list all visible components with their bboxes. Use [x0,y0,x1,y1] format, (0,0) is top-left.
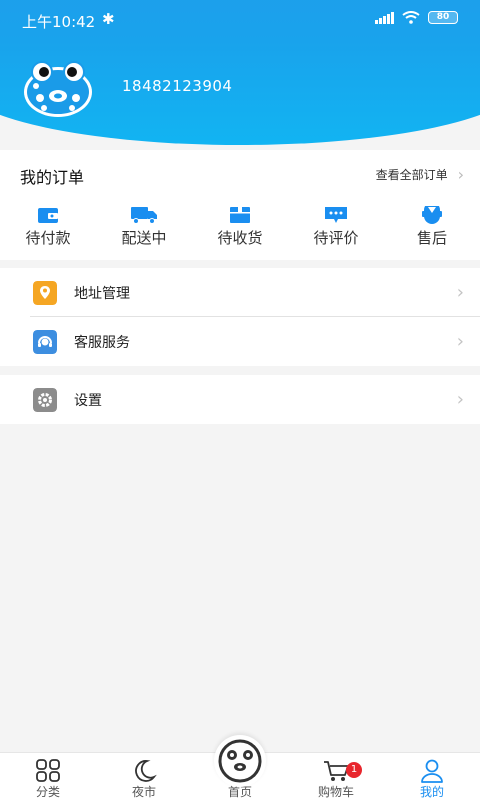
tab-label: 购物车 [317,785,354,799]
view-all-orders-label: 查看全部订单 [375,168,448,182]
moon-icon [135,760,157,782]
chevron-right-icon: › [456,282,464,303]
chevron-right-icon: › [456,331,464,352]
wallet-icon [38,208,58,223]
order-to-review[interactable]: 待评价 [288,206,384,248]
tab-label: 夜市 [131,785,156,799]
tab-night-market[interactable]: 夜市 [96,753,192,800]
bottom-tab-bar: 分类 夜市 首页 1 购物车 我的 [0,735,480,800]
orders-title: 我的订单 [20,168,85,187]
menu-label: 客服服务 [74,334,130,351]
orders-section: 我的订单 查看全部订单 › 待付款 配送中 待收货 待评价 售后 [0,150,480,260]
order-pending-payment[interactable]: 待付款 [0,206,96,248]
user-phone[interactable]: 18482123904 [122,77,232,95]
user-icon [421,759,443,783]
tab-category[interactable]: 分类 [0,753,96,800]
menu-label: 地址管理 [74,285,130,302]
menu-item-support[interactable]: 客服服务 › [0,317,480,366]
mascot-icon [218,739,262,783]
menu-label: 设置 [74,392,102,409]
menu-item-address[interactable]: 地址管理 › [0,268,480,317]
wifi-icon [402,11,420,24]
service-icon [422,206,442,224]
headset-icon [33,329,57,354]
view-all-orders-link[interactable]: 查看全部订单 › [376,166,464,183]
status-icons: 80 [375,11,458,24]
menu-card-settings: 设置 › [0,375,480,424]
status-time: 上午10:42 [22,13,96,31]
tab-mine[interactable]: 我的 [384,753,480,800]
tab-label: 我的 [419,785,444,799]
cart-badge: 1 [346,762,362,778]
comment-icon [325,207,347,223]
truck-icon [131,207,157,224]
chevron-right-icon: › [456,389,464,410]
status-bar: 上午10:42 ✱ 80 [0,0,480,40]
battery-icon: 80 [428,11,458,24]
order-shipping[interactable]: 配送中 [96,206,192,248]
home-bubble [214,735,266,787]
box-icon [230,207,250,223]
gear-icon [33,387,57,412]
avatar[interactable] [22,60,94,118]
menu-card-main: 地址管理 › 客服服务 › [0,268,480,366]
order-label: 售后 [416,229,447,247]
grid-icon [36,759,60,782]
bluetooth-icon: ✱ [102,10,115,28]
order-label: 配送中 [121,229,167,247]
tab-cart[interactable]: 1 购物车 [288,753,384,800]
chevron-right-icon: › [457,164,464,184]
order-after-sales[interactable]: 售后 [384,206,480,248]
tab-label: 分类 [35,785,60,799]
order-label: 待评价 [313,229,359,247]
profile-header: 上午10:42 ✱ 80 18482123904 [0,0,480,150]
order-label: 待收货 [217,229,263,247]
order-status-list: 待付款 配送中 待收货 待评价 售后 [0,206,480,248]
location-pin-icon [33,280,57,305]
menu-item-settings[interactable]: 设置 › [0,375,480,424]
order-label: 待付款 [25,229,71,247]
tab-home[interactable]: 首页 [192,735,288,800]
order-to-receive[interactable]: 待收货 [192,206,288,248]
signal-icon [375,11,394,24]
